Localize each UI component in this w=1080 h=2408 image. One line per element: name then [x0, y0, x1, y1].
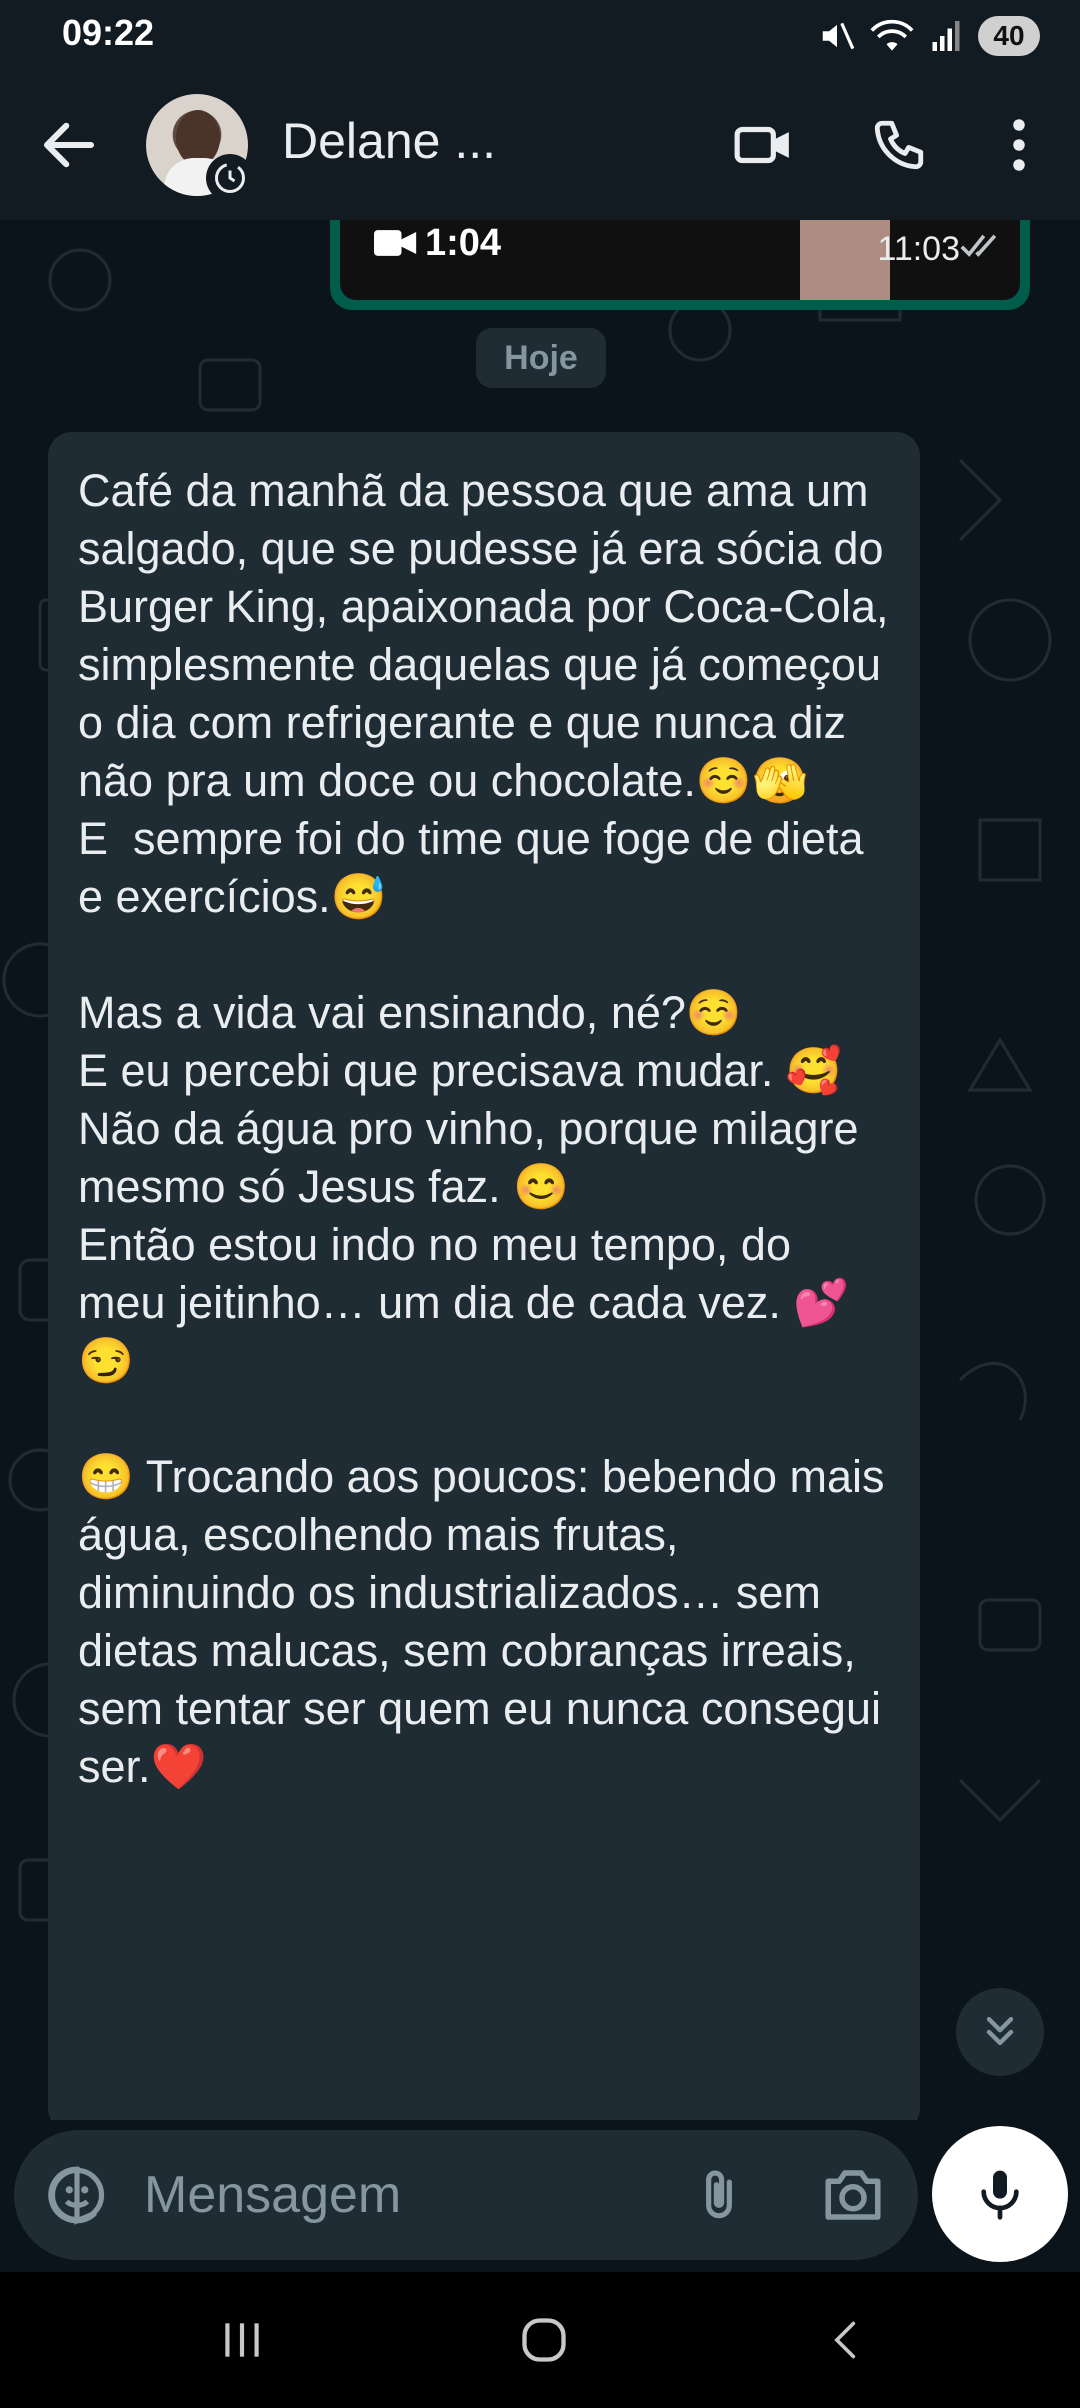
mute-icon — [822, 22, 855, 50]
signal-icon — [932, 21, 960, 51]
scroll-to-bottom-button[interactable] — [956, 1988, 1044, 2076]
message-text: Café da manhã da pessoa que ama um salga… — [78, 465, 889, 1792]
video-call-icon — [734, 126, 789, 164]
back-button[interactable] — [36, 112, 102, 178]
back-chevron-icon — [834, 2321, 856, 2359]
camera-button[interactable] — [820, 2164, 886, 2226]
video-camera-icon — [374, 230, 417, 256]
chat-header: Delane ... — [0, 72, 1080, 220]
sticker-emoji-icon — [48, 2166, 105, 2225]
emoji-button[interactable] — [46, 2164, 108, 2226]
contact-name[interactable]: Delane ... — [282, 112, 496, 170]
home-icon — [522, 2318, 566, 2362]
microphone-icon — [981, 2170, 1019, 2220]
message-input[interactable] — [144, 2158, 664, 2232]
wifi-icon — [870, 19, 914, 51]
chat-area[interactable]: 1:04 11:03 Hoje Café da manhã da pessoa … — [0, 220, 1080, 2120]
status-bar: 09:22 40 — [0, 0, 1080, 72]
recent-apps-icon — [225, 2323, 259, 2357]
battery-indicator: 40 — [978, 16, 1040, 56]
video-duration: 1:04 — [425, 222, 502, 264]
date-separator: Hoje — [476, 328, 606, 388]
back-arrow-icon — [43, 122, 95, 168]
status-icons: 40 — [818, 12, 1040, 60]
back-nav-button[interactable] — [786, 2302, 906, 2378]
video-call-button[interactable] — [728, 110, 798, 180]
status-time: 09:22 — [62, 12, 155, 53]
system-navigation-bar — [0, 2272, 1080, 2408]
voice-call-button[interactable] — [864, 110, 934, 180]
previous-video-message[interactable]: 1:04 11:03 — [330, 220, 1030, 310]
message-composer — [14, 2130, 918, 2260]
camera-icon — [825, 2170, 881, 2220]
recent-apps-button[interactable] — [182, 2302, 302, 2378]
message-time: 11:03 — [877, 230, 960, 268]
video-thumbnail[interactable]: 1:04 11:03 — [340, 220, 1020, 300]
phone-icon — [874, 120, 924, 170]
timer-icon — [215, 163, 245, 193]
more-options-button[interactable] — [984, 110, 1054, 180]
paperclip-icon — [706, 2170, 732, 2219]
voice-message-button[interactable] — [932, 2126, 1068, 2262]
disappearing-messages-badge — [206, 154, 254, 202]
read-receipt-icon — [960, 234, 997, 257]
home-button[interactable] — [484, 2302, 604, 2378]
double-chevron-down-icon — [986, 2016, 1014, 2046]
message-bubble[interactable]: Café da manhã da pessoa que ama um salga… — [48, 432, 920, 2120]
attach-button[interactable] — [688, 2164, 750, 2226]
more-options-icon — [1013, 119, 1025, 171]
